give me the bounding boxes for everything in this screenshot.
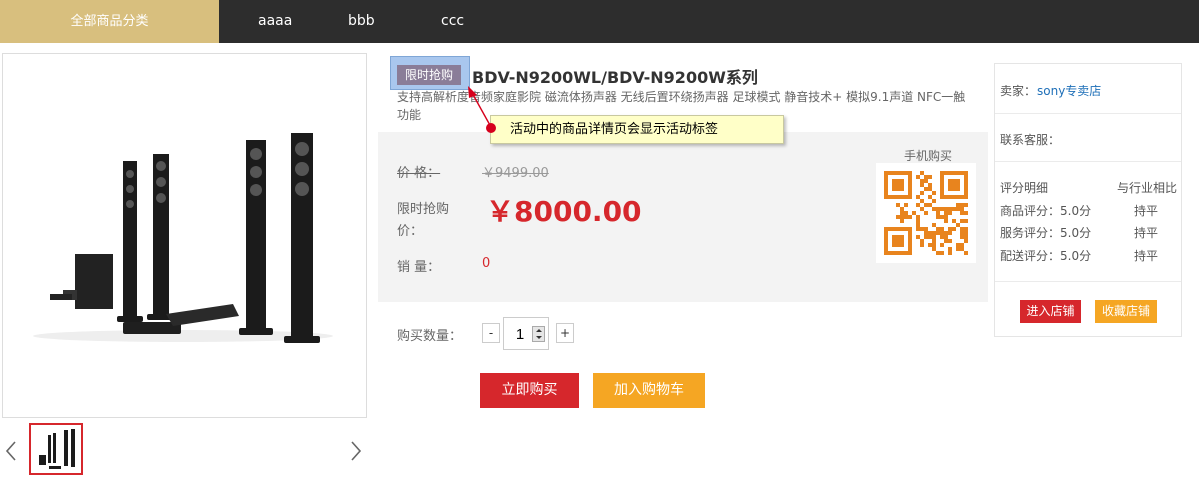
all-categories-button[interactable]: 全部商品分类 <box>0 0 219 43</box>
chevron-left-icon[interactable] <box>4 440 18 462</box>
quantity-minus-button[interactable]: - <box>482 323 500 343</box>
tooltip-dot <box>486 123 496 133</box>
rating-header: 评分明细 <box>1000 181 1049 195</box>
enter-store-button[interactable]: 进入店铺 <box>1020 300 1081 323</box>
nav-link-aaaa[interactable]: aaaa <box>258 0 292 43</box>
annotation-tooltip: 活动中的商品详情页会显示活动标签 <box>490 115 784 144</box>
quantity-stepper[interactable] <box>503 317 549 350</box>
sales-value: 0 <box>482 256 491 271</box>
product-title: BDV-N9200WL/BDV-N9200W系列 <box>472 68 758 87</box>
promo-tag-highlight: 限时抢购 <box>390 56 470 90</box>
compare-header: 与行业相比 <box>1117 181 1178 195</box>
buy-now-button[interactable]: 立即购买 <box>480 373 579 408</box>
sales-label: 销 量： <box>397 260 441 275</box>
flash-price-label-2: 价： <box>397 224 424 239</box>
quantity-label: 购买数量： <box>397 329 463 344</box>
service-rating: 服务评分：5.0分 <box>1000 226 1092 240</box>
mobile-buy-label: 手机购买 <box>904 149 953 163</box>
seller-row: 卖家： sony专卖店 <box>995 64 1181 114</box>
home-theater-image <box>33 133 333 343</box>
service-row: 联系客服： <box>995 114 1181 162</box>
delivery-rating: 配送评分：5.0分 <box>1000 249 1092 263</box>
quantity-plus-button[interactable]: + <box>556 323 574 343</box>
service-rating-compare: 持平 <box>1134 226 1159 240</box>
seller-label: 卖家： <box>1000 84 1037 98</box>
goods-rating: 商品评分：5.0分 <box>1000 204 1092 218</box>
original-price: ￥9499.00 <box>482 166 549 181</box>
product-thumbnail[interactable] <box>29 423 83 475</box>
nav-link-bbb[interactable]: bbb <box>348 0 375 43</box>
service-label: 联系客服： <box>1000 133 1061 147</box>
price-label: 价 格： <box>397 166 441 181</box>
chevron-right-icon[interactable] <box>349 440 363 462</box>
quantity-input[interactable] <box>510 324 530 344</box>
flash-price: ￥8000.00 <box>486 195 642 228</box>
spin-arrows-icon[interactable] <box>532 326 545 342</box>
seller-panel: 卖家： sony专卖店 联系客服： 评分明细 与行业相比 商品评分：5.0分 持… <box>994 63 1182 337</box>
rating-section: 评分明细 与行业相比 商品评分：5.0分 持平 服务评分：5.0分 持平 配送评… <box>995 162 1181 282</box>
nav-link-ccc[interactable]: ccc <box>441 0 464 43</box>
delivery-rating-compare: 持平 <box>1134 249 1159 263</box>
qr-code <box>876 163 976 263</box>
seller-name-link[interactable]: sony专卖店 <box>1037 82 1101 99</box>
flash-price-label-1: 限时抢购 <box>397 202 450 217</box>
flash-sale-tag: 限时抢购 <box>397 65 461 85</box>
top-nav: 全部商品分类 aaaa bbb ccc <box>0 0 1199 43</box>
goods-rating-compare: 持平 <box>1134 204 1159 218</box>
main-product-image <box>2 53 367 418</box>
add-to-cart-button[interactable]: 加入购物车 <box>593 373 705 408</box>
favorite-store-button[interactable]: 收藏店铺 <box>1095 300 1157 323</box>
